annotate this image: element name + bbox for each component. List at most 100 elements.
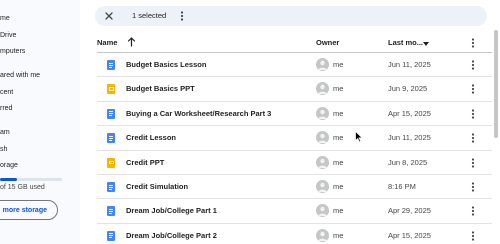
person-icon: [318, 207, 327, 217]
storage-bar-fill: [0, 178, 18, 181]
get-more-storage-button[interactable]: more storage: [0, 200, 58, 220]
sidebar-item-my-drive[interactable]: Drive: [0, 32, 16, 39]
owner-avatar: [316, 106, 329, 120]
storage-usage-text: of 15 GB used: [0, 184, 45, 191]
sidebar-item-shared-with-me[interactable]: ared with me: [0, 72, 40, 79]
clear-selection-button[interactable]: [101, 8, 117, 24]
file-row[interactable]: Dream Job/College Part 1 me Apr 29, 2025: [97, 199, 492, 224]
file-last-modified: Jun 8, 2025: [388, 157, 428, 167]
column-header-owner[interactable]: Owner: [316, 38, 339, 47]
file-more-actions-button[interactable]: [468, 57, 478, 73]
arrow-up-icon: [127, 37, 136, 47]
doc-file-icon: [107, 133, 115, 144]
file-list-pane: 1 selected Name Owner Last mo... Budget: [80, 0, 500, 244]
doc-file-icon: [107, 60, 115, 70]
file-owner: me: [333, 133, 344, 143]
file-row[interactable]: Credit Simulation me 8:16 PM: [97, 175, 492, 200]
file-row[interactable]: Dream Job/College Part 2 me Apr 15, 2025: [97, 224, 492, 244]
more-vert-icon: [471, 206, 475, 216]
more-vert-icon: [471, 182, 475, 192]
file-owner: me: [333, 60, 344, 69]
file-row[interactable]: Credit PPT me Jun 8, 2025: [97, 151, 492, 175]
person-icon: [318, 182, 327, 192]
scrollbar-thumb[interactable]: [494, 30, 498, 138]
file-last-modified: 8:16 PM: [388, 182, 416, 191]
sidebar-item-spam[interactable]: am: [0, 129, 10, 136]
more-vert-icon: [180, 11, 184, 21]
owner-avatar: [316, 228, 329, 242]
sidebar-item-recent[interactable]: cent: [0, 89, 13, 96]
sidebar-item-starred[interactable]: rred: [0, 105, 12, 112]
file-last-modified: Jun 11, 2025: [388, 60, 431, 69]
file-owner: me: [333, 206, 344, 216]
storage-bar: [0, 178, 62, 181]
owner-avatar: [316, 131, 329, 145]
selection-more-actions-button[interactable]: [177, 8, 187, 24]
file-owner: me: [333, 84, 344, 94]
file-more-actions-button[interactable]: [468, 130, 478, 146]
sort-direction-button[interactable]: [127, 36, 136, 49]
more-vert-icon: [471, 133, 475, 143]
owner-avatar: [316, 58, 329, 71]
get-more-storage-label: more storage: [2, 206, 47, 214]
more-vert-icon: [471, 157, 475, 168]
person-icon: [318, 85, 327, 95]
file-name[interactable]: Credit Lesson: [126, 133, 176, 142]
person-icon: [318, 109, 327, 119]
file-more-actions-button[interactable]: [468, 81, 478, 97]
sidebar-item-computers[interactable]: mputers: [0, 48, 25, 55]
close-icon: [105, 12, 113, 20]
file-name[interactable]: Budget Basics PPT: [126, 84, 195, 93]
file-name[interactable]: Buying a Car Worksheet/Research Part 3: [126, 109, 271, 118]
more-vert-icon: [471, 38, 475, 48]
owner-avatar: [316, 180, 329, 193]
file-owner: me: [333, 157, 344, 167]
more-vert-icon: [471, 109, 475, 119]
person-icon: [318, 158, 327, 168]
sidebar-item-trash[interactable]: sh: [0, 146, 7, 153]
file-last-modified: Jun 9, 2025: [388, 84, 428, 94]
person-icon: [318, 60, 327, 70]
file-more-actions-button[interactable]: [468, 203, 478, 219]
file-name[interactable]: Budget Basics Lesson: [126, 60, 206, 69]
owner-avatar: [316, 82, 329, 96]
file-owner: me: [333, 108, 344, 118]
doc-file-icon: [107, 108, 115, 119]
caret-down-icon: [423, 42, 429, 46]
mouse-cursor-icon: [355, 131, 363, 143]
file-row[interactable]: Budget Basics PPT me Jun 9, 2025: [97, 77, 492, 102]
file-more-actions-button[interactable]: [468, 106, 478, 122]
column-header-row: Name Owner Last mo...: [80, 32, 492, 52]
file-last-modified: Apr 29, 2025: [388, 206, 431, 216]
owner-avatar: [316, 155, 329, 169]
file-name[interactable]: Dream Job/College Part 2: [126, 231, 217, 240]
file-owner: me: [333, 230, 344, 240]
selection-toolbar: 1 selected: [95, 6, 487, 26]
column-header-name[interactable]: Name: [97, 38, 117, 47]
sidebar-item-storage[interactable]: orage: [0, 162, 18, 169]
file-row[interactable]: Credit Lesson me Jun 11, 2025: [97, 126, 492, 151]
file-more-actions-button[interactable]: [468, 179, 478, 195]
more-vert-icon: [471, 60, 475, 70]
file-last-modified: Apr 15, 2025: [388, 230, 431, 240]
slides-file-icon: [107, 84, 115, 95]
file-name[interactable]: Credit PPT: [126, 158, 164, 167]
more-vert-icon: [471, 231, 475, 241]
file-name[interactable]: Credit Simulation: [126, 182, 188, 191]
vertical-scrollbar[interactable]: [492, 28, 500, 244]
column-header-last-modified[interactable]: Last mo...: [388, 38, 423, 47]
sidebar-item-home[interactable]: me: [0, 15, 10, 22]
doc-file-icon: [107, 182, 115, 192]
file-more-actions-button[interactable]: [468, 228, 478, 244]
file-row[interactable]: Budget Basics Lesson me Jun 11, 2025: [97, 53, 492, 78]
person-icon: [318, 231, 327, 241]
more-vert-icon: [471, 84, 475, 94]
slides-file-icon: [107, 157, 115, 168]
last-modified-sort-button[interactable]: [423, 40, 429, 49]
file-last-modified: Jun 11, 2025: [388, 133, 431, 143]
file-name[interactable]: Dream Job/College Part 1: [126, 206, 217, 215]
doc-file-icon: [107, 206, 115, 217]
file-more-actions-button[interactable]: [468, 155, 478, 171]
file-row[interactable]: Buying a Car Worksheet/Research Part 3 me…: [97, 102, 492, 127]
column-options-button[interactable]: [468, 36, 478, 52]
